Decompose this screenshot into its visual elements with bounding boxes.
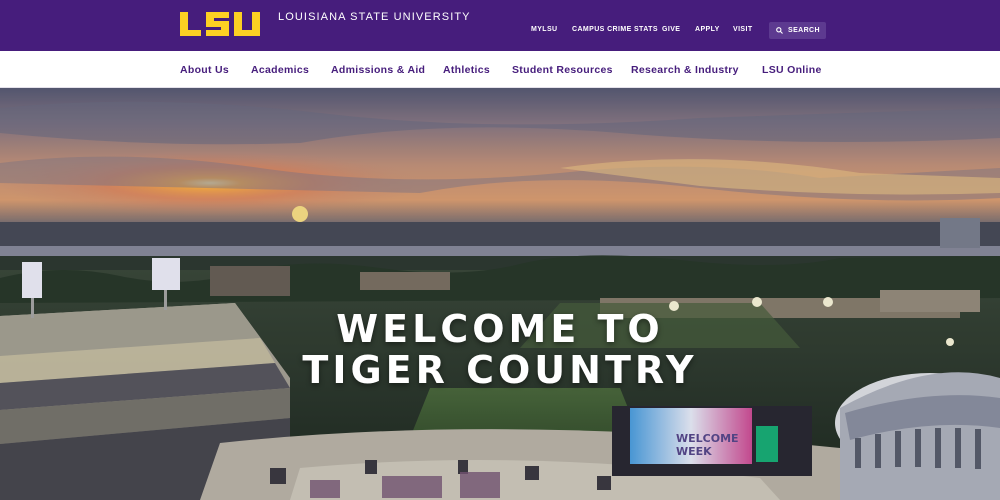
utility-link-campus-crime-stats[interactable]: CAMPUS CRIME STATS [572,26,658,33]
university-name[interactable]: LOUISIANA STATE UNIVERSITY [278,11,471,23]
utility-link-apply[interactable]: APPLY [695,26,720,33]
main-nav: About Us Academics Admissions & Aid Athl… [0,51,1000,88]
hero-banner: WELCOME WEEK WELCOME TO TIGER COUNTRY [0,88,1000,500]
nav-item-student-resources[interactable]: Student Resources [512,64,613,76]
utility-link-visit[interactable]: VISIT [733,26,753,33]
nav-item-admissions-aid[interactable]: Admissions & Aid [331,64,425,76]
search-button[interactable]: SEARCH [769,22,826,39]
nav-item-research-industry[interactable]: Research & Industry [631,64,739,76]
nav-item-academics[interactable]: Academics [251,64,309,76]
hero-title-line-1: WELCOME TO [336,307,664,351]
hero-title-line-2: TIGER COUNTRY [302,348,698,392]
top-header: LOUISIANA STATE UNIVERSITY MYLSU CAMPUS … [0,0,1000,51]
nav-item-lsu-online[interactable]: LSU Online [762,64,822,76]
nav-item-about-us[interactable]: About Us [180,64,229,76]
utility-link-give[interactable]: GIVE [662,26,680,33]
search-icon [776,27,783,34]
utility-link-mylsu[interactable]: MYLSU [531,26,558,33]
search-label: SEARCH [788,27,820,34]
nav-item-athletics[interactable]: Athletics [443,64,490,76]
lsu-logo[interactable] [179,11,261,37]
hero-stadium-image: WELCOME WEEK [0,88,1000,500]
